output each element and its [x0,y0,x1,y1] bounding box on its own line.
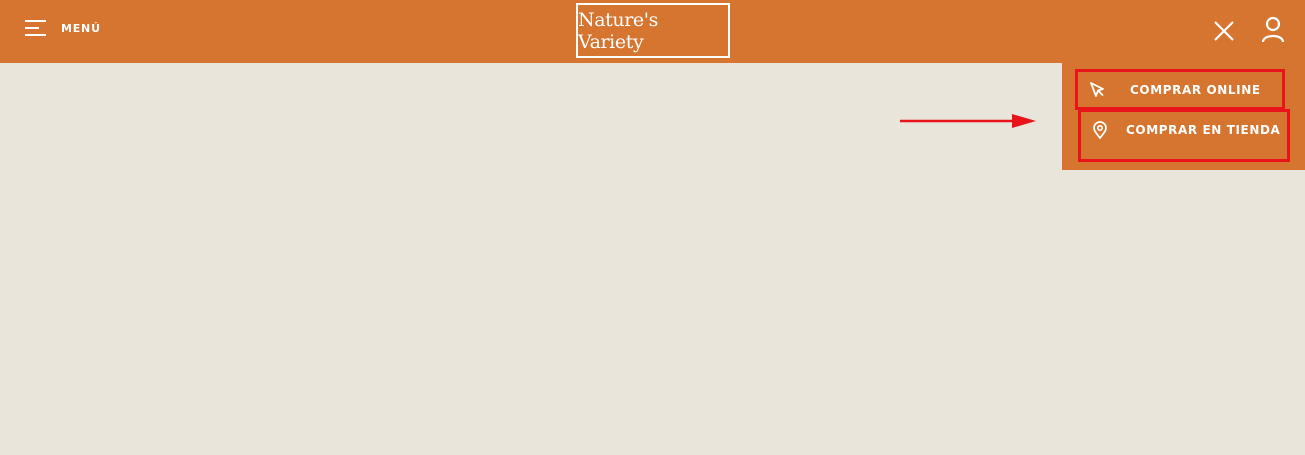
cursor-icon [1090,81,1104,97]
buy-in-store-option[interactable]: COMPRAR EN TIENDA [1078,109,1290,162]
menu-label: MENÚ [61,21,101,35]
user-icon [1261,16,1285,43]
hamburger-icon [25,20,46,36]
account-button[interactable] [1260,16,1286,44]
buy-online-label: COMPRAR ONLINE [1130,82,1261,97]
menu-button[interactable]: MENÚ [24,18,101,38]
site-header: MENÚ Nature's Variety [0,0,1305,63]
close-icon [1214,21,1234,41]
buy-in-store-label: COMPRAR EN TIENDA [1126,123,1281,137]
brand-logo[interactable]: Nature's Variety [576,3,730,58]
arrow-right-icon [900,114,1036,128]
location-pin-icon [1093,121,1107,140]
close-button[interactable] [1213,20,1235,42]
buy-online-option[interactable]: COMPRAR ONLINE [1075,69,1285,110]
